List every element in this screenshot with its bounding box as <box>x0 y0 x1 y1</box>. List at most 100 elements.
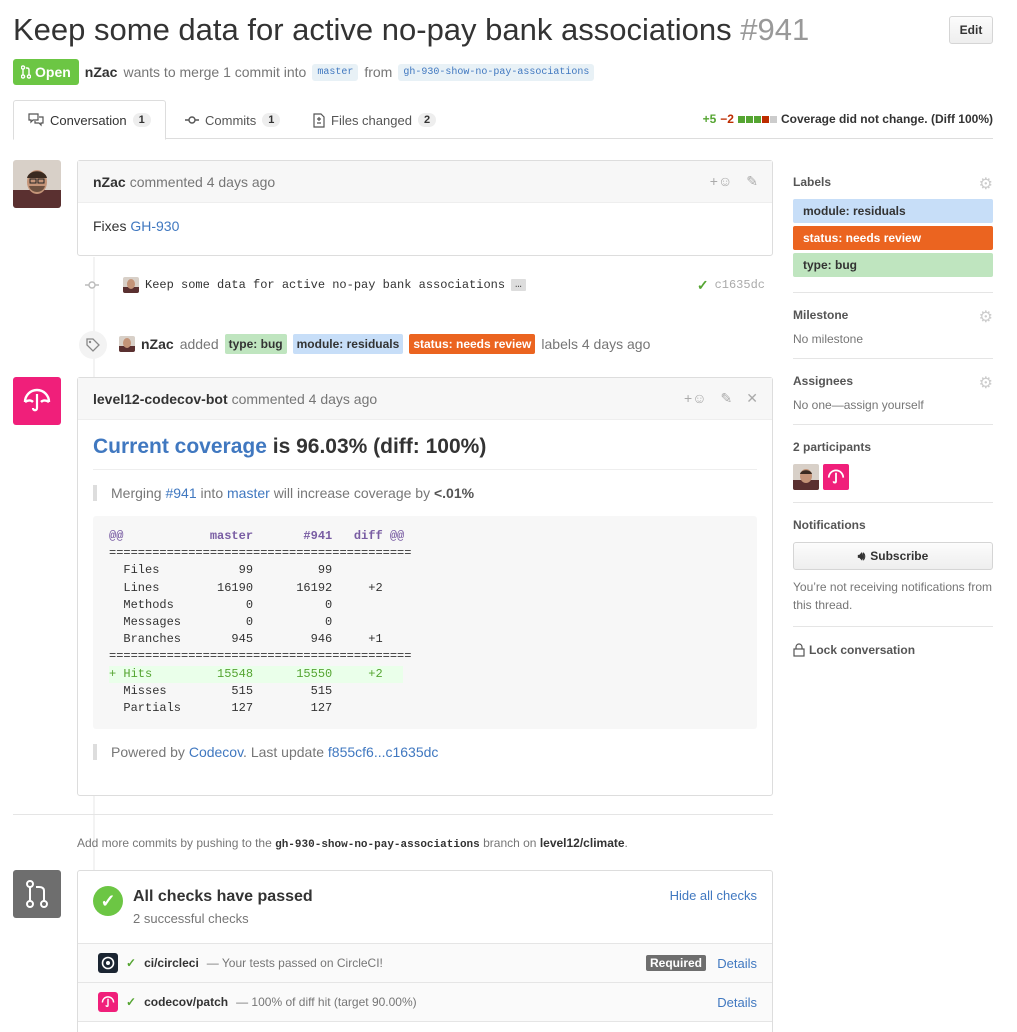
label-status-needs-review[interactable]: status: needs review <box>409 334 536 354</box>
edit-pencil-icon[interactable]: ✎ <box>746 173 758 190</box>
check-icon: ✓ <box>696 276 709 293</box>
comment-discussion-icon <box>28 113 44 127</box>
avatar-codecov-bot[interactable] <box>13 377 61 425</box>
sidebar: Labels ⚙ module: residuals status: needs… <box>793 160 993 657</box>
sidebar-milestone: Milestone ⚙ No milestone <box>793 293 993 359</box>
checks-summary: ✓ All checks have passed 2 successful ch… <box>78 871 772 944</box>
comment-author[interactable]: level12-codecov-bot <box>93 391 228 407</box>
label-event-avatar[interactable] <box>119 336 135 352</box>
coverage-table-separator: ========================================… <box>109 546 412 561</box>
tab-conversation[interactable]: Conversation 1 <box>13 100 166 140</box>
state-label: Open <box>35 64 71 80</box>
add-reaction-icon[interactable]: +☺ <box>710 173 732 190</box>
additions-count: +5 <box>702 112 717 126</box>
label-event-author[interactable]: nZac <box>141 336 174 352</box>
comment-nzac: nZac commented 4 days ago +☺ ✎ Fixes GH-… <box>77 160 773 256</box>
gear-icon[interactable]: ⚙ <box>979 307 993 327</box>
pr-title-text: Keep some data for active no-pay bank as… <box>13 12 732 47</box>
tag-icon <box>79 331 107 359</box>
pr-author[interactable]: nZac <box>85 64 118 80</box>
tab-files-count: 2 <box>417 113 437 127</box>
participant-avatar-codecov[interactable] <box>823 464 849 490</box>
checks-subtitle: 2 successful checks <box>133 911 249 926</box>
coverage-status: +5 −2 Coverage did not change. (Diff 100… <box>703 112 993 126</box>
pr-meta: Open nZac wants to merge 1 commit into m… <box>13 59 595 85</box>
subscribe-button[interactable]: 🔊︎ Subscribe <box>793 542 993 570</box>
edit-button[interactable]: Edit <box>949 16 993 44</box>
commit-icon <box>185 116 199 124</box>
merge-icon <box>13 870 61 918</box>
base-branch[interactable]: master <box>312 63 359 81</box>
participant-avatar-nzac[interactable] <box>793 464 819 490</box>
file-diff-icon <box>313 112 325 128</box>
comment-header: nZac commented 4 days ago +☺ ✎ <box>78 161 772 203</box>
avatar-nzac[interactable] <box>13 160 61 208</box>
required-badge: Required <box>645 955 706 971</box>
head-branch[interactable]: gh-930-show-no-pay-associations <box>398 63 595 81</box>
coverage-row-branches: Branches 945 946 +1 <box>109 632 405 647</box>
lock-conversation-button[interactable]: Lock conversation <box>793 627 993 657</box>
diffstat-square <box>753 115 761 123</box>
add-reaction-icon[interactable]: +☺ <box>684 390 706 407</box>
gear-icon[interactable]: ⚙ <box>979 373 993 393</box>
tab-files-changed[interactable]: Files changed 2 <box>299 100 450 140</box>
edit-pencil-icon[interactable]: ✎ <box>721 390 733 407</box>
tab-commits-label: Commits <box>205 112 257 128</box>
push-note-middle: branch on <box>483 836 537 850</box>
coverage-row-messages: Messages 0 0 <box>109 614 405 629</box>
coverage-row-partials: Partials 127 127 <box>109 700 405 715</box>
gear-icon[interactable]: ⚙ <box>979 174 993 194</box>
sidebar-notifications: Notifications 🔊︎ Subscribe You’re not re… <box>793 503 993 627</box>
quote-branch-link[interactable]: master <box>227 485 270 501</box>
sidebar-label-type-bug[interactable]: type: bug <box>793 253 993 277</box>
diffstat-square <box>769 115 777 123</box>
sidebar-label-module-residuals[interactable]: module: residuals <box>793 199 993 223</box>
details-link[interactable]: Details <box>717 995 757 1010</box>
quote-middle: will increase coverage by <box>273 485 431 501</box>
notifications-note: You’re not receiving notifications from … <box>793 580 992 612</box>
comment-author[interactable]: nZac <box>93 174 126 190</box>
state-badge: Open <box>13 59 79 85</box>
commit-message[interactable]: Keep some data for active no-pay bank as… <box>145 278 505 292</box>
coverage-heading-text: is 96.03% (diff: 100%) <box>272 435 487 458</box>
coverage-heading: Current coverage is 96.03% (diff: 100%) <box>93 435 757 470</box>
details-link[interactable]: Details <box>717 956 757 971</box>
label-event-time: labels 4 days ago <box>541 336 651 352</box>
notifications-title: Notifications <box>793 518 866 532</box>
label-type-bug[interactable]: type: bug <box>224 334 287 354</box>
lock-icon <box>793 643 805 657</box>
coverage-table-separator: ========================================… <box>109 649 412 664</box>
label-module-residuals[interactable]: module: residuals <box>292 334 404 354</box>
diffstat-square <box>761 115 769 123</box>
close-icon[interactable]: ✕ <box>746 390 758 407</box>
merge-box: ✓ All checks have passed 2 successful ch… <box>77 870 773 1032</box>
quote-pr-link[interactable]: #941 <box>165 485 196 501</box>
sidebar-label-status-needs-review[interactable]: status: needs review <box>793 226 993 250</box>
comment-text: Fixes <box>93 218 127 234</box>
sidebar-assignees: Assignees ⚙ No one—assign yourself <box>793 359 993 425</box>
pull-request-icon <box>21 65 31 79</box>
commit-expand-button[interactable]: … <box>511 279 526 291</box>
issue-link[interactable]: GH-930 <box>130 218 179 234</box>
comment-body: Fixes GH-930 <box>78 203 772 249</box>
sidebar-participants: 2 participants <box>793 425 993 503</box>
tab-commits[interactable]: Commits 1 <box>171 100 294 140</box>
commit-author-avatar[interactable] <box>123 277 139 293</box>
tab-commits-count: 1 <box>262 113 281 127</box>
comment-header: level12-codecov-bot commented 4 days ago… <box>78 378 772 420</box>
current-coverage-link[interactable]: Current coverage <box>93 435 267 458</box>
sidebar-labels: Labels ⚙ module: residuals status: needs… <box>793 160 993 293</box>
compare-link[interactable]: f855cf6...c1635dc <box>328 744 439 760</box>
push-note-repo[interactable]: level12/climate <box>540 836 625 850</box>
codecov-link[interactable]: Codecov <box>189 744 243 760</box>
commit-sha[interactable]: c1635dc <box>715 278 765 292</box>
label-event: nZac added type: bug module: residuals s… <box>119 334 650 354</box>
milestone-value: No milestone <box>793 332 864 346</box>
circleci-icon <box>98 953 118 973</box>
pr-tabs: Conversation 1 Commits 1 Files changed 2… <box>13 100 993 140</box>
pr-title: Keep some data for active no-pay bank as… <box>13 12 809 48</box>
merge-text: wants to merge 1 commit into <box>123 64 307 80</box>
assign-yourself-link[interactable]: No one—assign yourself <box>793 398 993 412</box>
coverage-row-methods: Methods 0 0 <box>109 597 405 612</box>
hide-checks-link[interactable]: Hide all checks <box>670 888 757 903</box>
